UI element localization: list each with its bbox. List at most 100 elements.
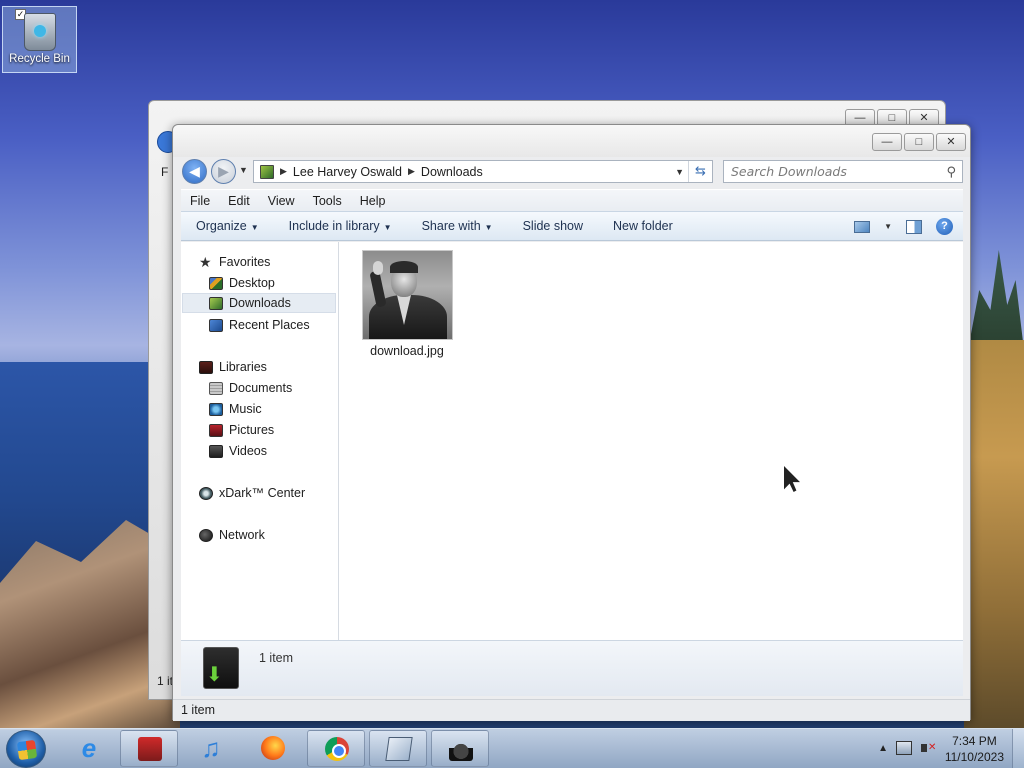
show-desktop-button[interactable] — [1012, 729, 1024, 768]
navigation-pane: ★ Favorites Desktop Downloads Recent Pla… — [181, 242, 339, 640]
breadcrumb-downloads[interactable]: Downloads — [421, 165, 483, 179]
view-options-dropdown-icon[interactable]: ▼ — [884, 222, 892, 231]
arrow-right-icon: ▶ — [218, 163, 229, 179]
clock-time: 7:34 PM — [952, 734, 997, 748]
chevron-down-icon: ▼ — [484, 223, 493, 232]
nav-favorites[interactable]: ★ Favorites — [199, 252, 270, 272]
firefox-icon — [261, 736, 285, 760]
menu-help[interactable]: Help — [351, 194, 395, 208]
title-bar[interactable]: — □ ✕ — [173, 125, 970, 157]
share-with-button[interactable]: Share with ▼ — [407, 219, 508, 233]
taskbar-wizard[interactable] — [431, 730, 489, 767]
search-input[interactable]: Search Downloads ⚲ — [723, 160, 963, 183]
address-history-dropdown[interactable]: ▼ — [675, 167, 684, 177]
downloads-folder-icon — [260, 164, 274, 179]
organize-button[interactable]: Organize ▼ — [181, 219, 274, 233]
nav-desktop[interactable]: Desktop — [209, 273, 275, 293]
explorer-body: ★ Favorites Desktop Downloads Recent Pla… — [181, 242, 963, 640]
desktop-wallpaper-hill — [964, 340, 1024, 730]
start-button[interactable] — [6, 730, 46, 768]
change-view-icon[interactable] — [854, 220, 871, 233]
chevron-down-icon: ▼ — [250, 223, 259, 232]
chevron-right-icon[interactable]: ▶ — [280, 166, 287, 177]
menu-bar: File Edit View Tools Help — [181, 189, 963, 211]
notepad-icon — [385, 737, 413, 761]
refresh-button[interactable]: ⇆ — [688, 161, 712, 182]
chevron-right-icon[interactable]: ▶ — [408, 166, 415, 177]
store-icon — [138, 737, 162, 761]
thumbnail-arm — [369, 270, 387, 308]
nav-recent-places-label: Recent Places — [229, 318, 310, 332]
recent-places-icon — [209, 318, 223, 332]
file-list[interactable]: download.jpg — [340, 242, 963, 640]
clock[interactable]: 7:34 PM 11/10/2023 — [945, 733, 1004, 765]
status-item-count: 1 item — [181, 703, 216, 717]
file-name[interactable]: download.jpg — [362, 344, 452, 358]
wizard-hat-icon — [449, 737, 473, 761]
close-button[interactable]: ✕ — [936, 133, 966, 151]
minimize-button[interactable]: — — [872, 133, 902, 151]
downloads-folder-large-icon — [203, 647, 239, 689]
videos-icon — [209, 444, 223, 458]
nav-libraries[interactable]: Libraries — [199, 357, 267, 377]
recent-pages-dropdown[interactable]: ▼ — [239, 165, 248, 175]
new-folder-button[interactable]: New folder — [598, 219, 688, 233]
nav-xdark-center-label: xDark™ Center — [219, 486, 306, 500]
recycle-bin-desktop-icon[interactable]: ✓ Recycle Bin — [2, 6, 77, 73]
music-icon — [209, 402, 223, 416]
back-button[interactable]: ◀ — [182, 159, 207, 184]
network-icon — [199, 528, 213, 542]
thumbnail-hand — [373, 261, 383, 275]
network-status-icon[interactable] — [896, 741, 912, 755]
organize-label: Organize — [196, 219, 247, 233]
xdark-center-icon — [199, 486, 213, 500]
nav-documents-label: Documents — [229, 381, 293, 395]
file-item[interactable]: download.jpg — [362, 250, 453, 358]
taskbar-notepad[interactable] — [369, 730, 427, 767]
search-icon[interactable]: ⚲ — [946, 162, 956, 183]
menu-edit[interactable]: Edit — [219, 194, 259, 208]
maximize-button[interactable]: □ — [904, 133, 934, 151]
taskbar-itunes[interactable]: ♫ — [182, 730, 240, 767]
nav-videos[interactable]: Videos — [209, 441, 267, 461]
nav-pictures[interactable]: Pictures — [209, 420, 274, 440]
taskbar-internet-explorer[interactable]: e — [60, 730, 118, 767]
image-thumbnail[interactable] — [362, 250, 453, 340]
slide-show-button[interactable]: Slide show — [508, 219, 598, 233]
menu-view[interactable]: View — [259, 194, 304, 208]
help-icon[interactable]: ? — [936, 218, 953, 235]
nav-favorites-label: Favorites — [219, 255, 271, 269]
volume-muted-icon[interactable] — [920, 741, 936, 755]
taskbar-store[interactable] — [120, 730, 178, 767]
nav-documents[interactable]: Documents — [209, 378, 292, 398]
forward-button[interactable]: ▶ — [211, 159, 236, 184]
menu-file[interactable]: File — [181, 194, 219, 208]
status-bar: 1 item — [173, 699, 970, 721]
nav-recent-places[interactable]: Recent Places — [209, 315, 310, 335]
share-with-label: Share with — [421, 219, 481, 233]
explorer-window: — □ ✕ ◀ ▶ ▼ ▶ Lee Harvey Oswald ▶ Downlo… — [172, 124, 971, 721]
desktop-icon — [209, 276, 223, 290]
itunes-icon: ♫ — [201, 733, 221, 763]
nav-music[interactable]: Music — [209, 399, 262, 419]
show-hidden-icons-button[interactable]: ▲ — [878, 743, 888, 754]
nav-network[interactable]: Network — [199, 525, 265, 545]
details-pane: 1 item — [181, 640, 963, 696]
details-item-count: 1 item — [259, 651, 294, 665]
nav-xdark-center[interactable]: xDark™ Center — [199, 483, 305, 503]
address-bar[interactable]: ▶ Lee Harvey Oswald ▶ Downloads ▼ ⇆ — [253, 160, 713, 183]
star-icon: ★ — [199, 253, 212, 270]
internet-explorer-icon: e — [81, 733, 97, 763]
include-in-library-button[interactable]: Include in library ▼ — [274, 219, 407, 233]
thumbnail-hair — [390, 261, 418, 273]
navigation-row: ◀ ▶ ▼ ▶ Lee Harvey Oswald ▶ Downloads ▼ … — [181, 157, 963, 185]
breadcrumb-user[interactable]: Lee Harvey Oswald — [293, 165, 402, 179]
pictures-icon — [209, 423, 223, 437]
nav-videos-label: Videos — [229, 444, 267, 458]
preview-pane-icon[interactable] — [906, 219, 922, 234]
taskbar-firefox[interactable] — [244, 730, 302, 767]
nav-downloads[interactable]: Downloads — [182, 293, 336, 313]
taskbar-chrome[interactable] — [307, 730, 365, 767]
nav-downloads-label: Downloads — [229, 296, 291, 310]
menu-tools[interactable]: Tools — [304, 194, 351, 208]
